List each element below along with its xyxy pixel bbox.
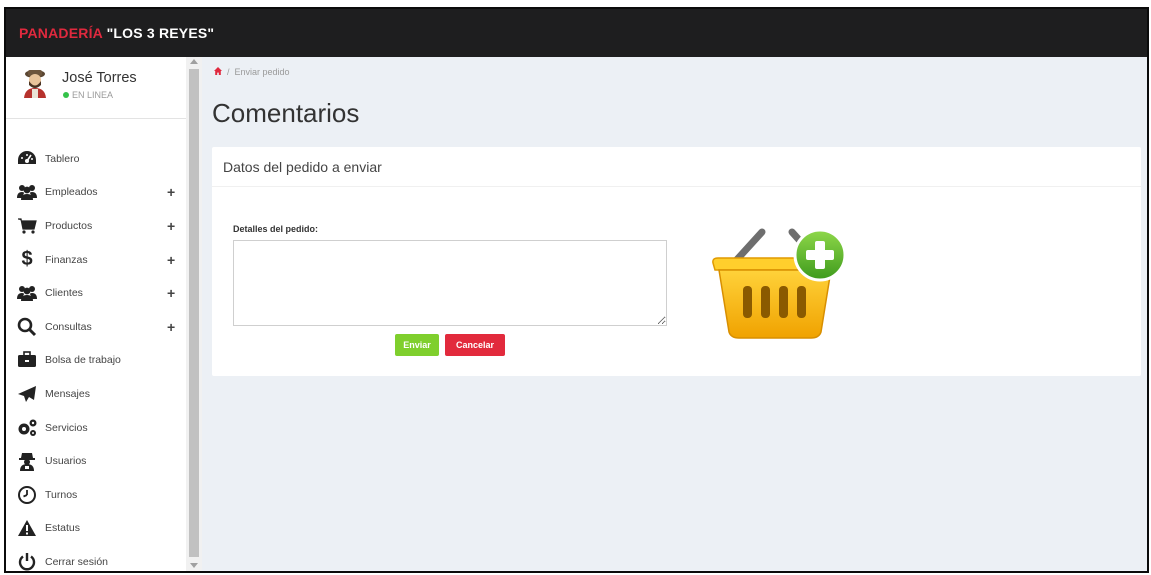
submit-button[interactable]: Enviar	[395, 334, 439, 356]
order-details-label: Detalles del pedido:	[233, 224, 319, 234]
sidebar-item-clientes[interactable]: Clientes +	[6, 276, 186, 310]
avatar	[24, 70, 46, 98]
app-window: PANADERÍA "LOS 3 REYES" José Torres EN L…	[4, 7, 1149, 573]
cancel-button[interactable]: Cancelar	[445, 334, 505, 356]
scroll-up-icon[interactable]	[190, 59, 198, 64]
breadcrumb-current: Enviar pedido	[234, 67, 290, 77]
scroll-down-icon[interactable]	[190, 563, 198, 568]
sidebar-item-label: Consultas	[45, 320, 92, 333]
sidebar-item-tablero[interactable]: Tablero	[6, 142, 186, 176]
sidebar-item-mensajes[interactable]: Mensajes	[6, 377, 186, 411]
users-icon	[15, 182, 39, 202]
sidebar: José Torres EN LINEA Tablero Empleados +	[6, 57, 186, 571]
sidebar-item-label: Clientes	[45, 287, 83, 300]
sidebar-item-turnos[interactable]: Turnos	[6, 478, 186, 512]
sidebar-item-label: Estatus	[45, 522, 81, 535]
gears-icon	[15, 418, 39, 438]
sidebar-item-label: Empleados	[45, 186, 98, 199]
basket-add-icon	[712, 228, 847, 339]
sidebar-item-label: Tablero	[45, 152, 80, 165]
expand-icon[interactable]: +	[167, 319, 175, 335]
brand-name: PANADERÍA	[19, 25, 107, 41]
sidebar-item-productos[interactable]: Productos +	[6, 209, 186, 243]
sidebar-scrollbar[interactable]	[186, 57, 202, 571]
sidebar-item-label: Productos	[45, 219, 93, 232]
order-form-box: Datos del pedido a enviar Detalles del p…	[212, 147, 1141, 376]
sidebar-menu: Tablero Empleados + Productos + $ Finanz…	[6, 142, 186, 571]
warning-icon	[15, 518, 39, 538]
sidebar-item-label: Cerrar sesión	[45, 555, 109, 568]
sidebar-item-usuarios[interactable]: Usuarios	[6, 444, 186, 478]
expand-icon[interactable]: +	[167, 252, 175, 268]
breadcrumb-separator: /	[227, 67, 230, 77]
scrollbar-thumb[interactable]	[189, 69, 199, 557]
sidebar-item-label: Finanzas	[45, 253, 88, 266]
cart-icon	[15, 216, 39, 236]
expand-icon[interactable]: +	[167, 184, 175, 200]
sidebar-item-estatus[interactable]: Estatus	[6, 512, 186, 546]
dashboard-icon	[15, 149, 39, 169]
sidebar-item-empleados[interactable]: Empleados +	[6, 176, 186, 210]
sidebar-item-cerrar-sesion[interactable]: Cerrar sesión	[6, 545, 186, 571]
sidebar-item-bolsa-de-trabajo[interactable]: Bolsa de trabajo	[6, 344, 186, 378]
home-icon[interactable]	[214, 67, 222, 77]
brand-store-name: "LOS 3 REYES"	[106, 25, 215, 41]
sidebar-item-consultas[interactable]: Consultas +	[6, 310, 186, 344]
expand-icon[interactable]: +	[167, 285, 175, 301]
users-icon	[15, 283, 39, 303]
search-icon	[15, 317, 39, 337]
paper-plane-icon	[15, 384, 39, 404]
order-details-textarea[interactable]	[233, 240, 667, 326]
user-name: José Torres	[62, 70, 137, 86]
dollar-icon: $	[21, 248, 33, 271]
briefcase-icon	[15, 350, 39, 370]
box-title: Datos del pedido a enviar	[212, 147, 1141, 187]
page-title: Comentarios	[212, 98, 360, 128]
sidebar-item-servicios[interactable]: Servicios	[6, 411, 186, 445]
sidebar-item-label: Usuarios	[45, 455, 87, 468]
brand-logo[interactable]: PANADERÍA "LOS 3 REYES"	[19, 25, 214, 41]
online-status-label: EN LINEA	[72, 90, 114, 100]
sidebar-item-finanzas[interactable]: $ Finanzas +	[6, 243, 186, 277]
top-navbar: PANADERÍA "LOS 3 REYES"	[6, 9, 1147, 57]
breadcrumb: / Enviar pedido	[214, 67, 290, 77]
power-icon	[15, 552, 39, 571]
user-panel: José Torres EN LINEA	[6, 57, 186, 119]
user-secret-icon	[15, 451, 39, 472]
online-dot-icon	[63, 92, 69, 98]
sidebar-item-label: Servicios	[45, 421, 88, 434]
expand-icon[interactable]: +	[167, 218, 175, 234]
clock-icon	[15, 485, 39, 505]
online-status: EN LINEA	[63, 90, 113, 100]
main-content: / Enviar pedido Comentarios Datos del pe…	[202, 57, 1147, 571]
sidebar-item-label: Bolsa de trabajo	[45, 354, 121, 367]
sidebar-item-label: Turnos	[45, 488, 78, 501]
sidebar-item-label: Mensajes	[45, 387, 90, 400]
